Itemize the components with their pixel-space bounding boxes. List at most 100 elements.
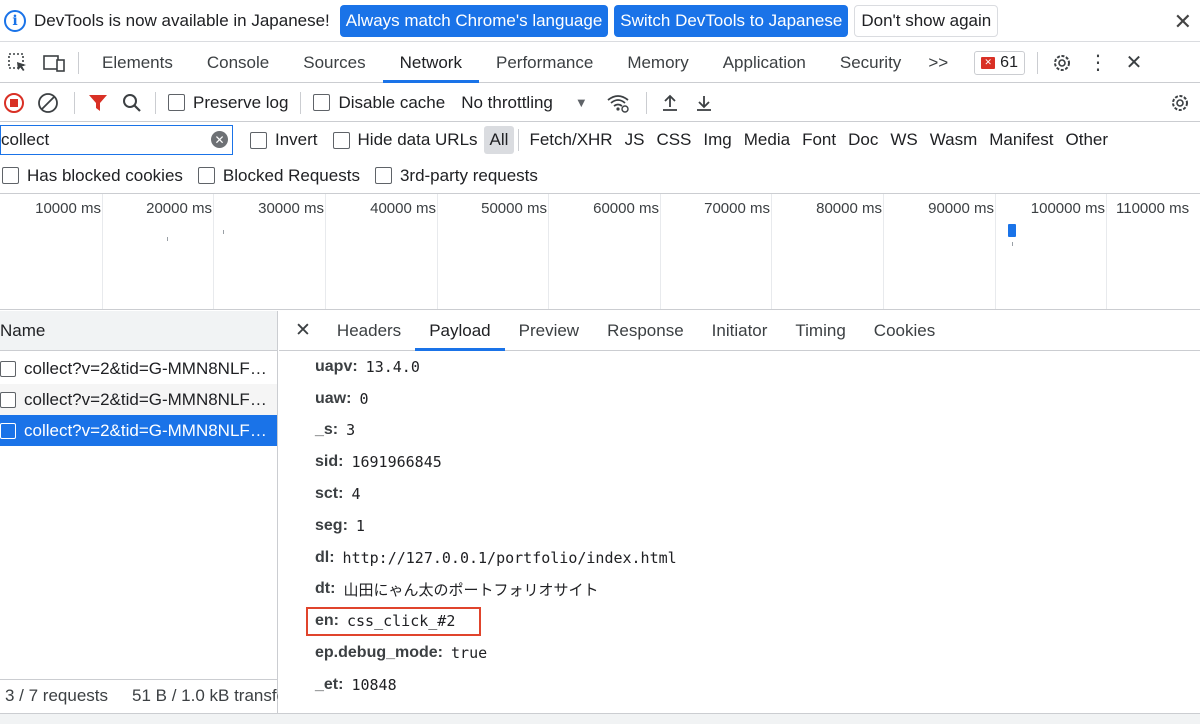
kebab-menu-icon[interactable]: ⋮ [1080, 43, 1116, 83]
payload-params-list: uapv: 13.4.0 uaw: 0 _s: 3 sid: 1691966845 sc… [279, 351, 1200, 701]
filter-type-css[interactable]: CSS [650, 126, 697, 154]
divider [518, 129, 520, 151]
invert-checkbox[interactable] [250, 131, 267, 149]
import-har-icon[interactable] [653, 83, 687, 123]
filter-type-doc[interactable]: Doc [842, 126, 884, 154]
blocked-filters-row: Has blocked cookies Blocked Requests 3rd… [0, 158, 1200, 194]
network-overview-timeline[interactable]: 10000 ms 20000 ms 30000 ms 40000 ms 5000… [0, 194, 1200, 310]
request-detail-pane: ✕ Headers Payload Preview Response Initi… [279, 311, 1200, 713]
close-detail-icon[interactable]: ✕ [279, 311, 323, 351]
filter-type-wasm[interactable]: Wasm [924, 126, 984, 154]
divider [74, 91, 75, 114]
filter-row: ✕ Invert Hide data URLs All Fetch/XHR JS… [0, 123, 1200, 157]
param-key: sid: [315, 453, 344, 471]
request-type-icon [0, 422, 16, 439]
filter-type-media[interactable]: Media [738, 126, 796, 154]
clear-icon[interactable] [28, 83, 68, 123]
request-marker [1008, 224, 1016, 237]
more-tabs-button[interactable]: >> [918, 43, 958, 83]
error-count-badge[interactable]: ✕ 61 [974, 50, 1025, 75]
disable-cache-checkbox[interactable] [313, 94, 331, 111]
payload-param: ep.debug_mode: true [279, 637, 1200, 669]
filter-type-manifest[interactable]: Manifest [983, 126, 1059, 154]
switch-japanese-button[interactable]: Switch DevTools to Japanese [614, 4, 849, 37]
param-value: http://127.0.0.1/portfolio/index.html [342, 548, 677, 567]
device-toggle-icon[interactable] [36, 43, 72, 83]
param-key: uapv: [315, 357, 358, 375]
request-marker [167, 237, 168, 241]
blocked-requests-checkbox[interactable] [197, 167, 215, 184]
tab-memory[interactable]: Memory [610, 43, 705, 83]
record-stop-icon[interactable] [0, 83, 28, 123]
request-name: collect?v=2&tid=G-MMN8NLFPXC [24, 358, 274, 378]
invert-label: Invert [275, 130, 318, 149]
disable-cache-label: Disable cache [338, 92, 446, 112]
tab-application[interactable]: Application [706, 43, 823, 83]
tab-elements[interactable]: Elements [85, 43, 190, 83]
network-settings-gear-icon[interactable] [1162, 83, 1198, 123]
payload-param: sid: 1691966845 [279, 446, 1200, 478]
filter-type-ws[interactable]: WS [884, 126, 923, 154]
payload-param: _s: 3 [279, 415, 1200, 447]
filter-type-font[interactable]: Font [796, 126, 842, 154]
tab-console[interactable]: Console [190, 43, 286, 83]
param-value: 3 [346, 421, 356, 440]
filter-funnel-icon[interactable] [81, 83, 115, 123]
timeline-gridline: 40000 ms [370, 194, 438, 309]
param-value: 山田にゃん太のポートフォリオサイト [343, 580, 599, 599]
filter-type-all[interactable]: All [483, 126, 515, 154]
filter-type-other[interactable]: Other [1060, 126, 1115, 154]
tab-response[interactable]: Response [593, 311, 698, 351]
clear-filter-icon[interactable]: ✕ [211, 131, 228, 148]
throttling-select[interactable]: No throttling [461, 93, 553, 113]
tick-label: 50000 ms [481, 200, 547, 217]
close-infobar-icon[interactable]: ✕ [1174, 9, 1192, 35]
divider [78, 51, 79, 74]
export-har-icon[interactable] [687, 83, 721, 123]
name-column-header[interactable]: Name [0, 311, 277, 351]
param-key: sct: [315, 485, 344, 503]
third-party-checkbox[interactable] [374, 167, 392, 184]
search-icon[interactable] [115, 83, 149, 123]
param-key: seg: [315, 516, 348, 534]
tab-timing[interactable]: Timing [781, 311, 859, 351]
network-conditions-icon[interactable] [596, 83, 640, 123]
divider [645, 91, 647, 114]
match-language-button[interactable]: Always match Chrome's language [339, 4, 609, 37]
preserve-log-checkbox[interactable] [168, 94, 185, 111]
dont-show-again-button[interactable]: Don't show again [854, 4, 999, 37]
tab-payload[interactable]: Payload [415, 311, 505, 351]
tab-sources[interactable]: Sources [286, 43, 382, 83]
filter-input[interactable] [1, 130, 201, 150]
hide-data-urls-checkbox[interactable] [332, 131, 350, 149]
filter-type-js[interactable]: JS [619, 126, 651, 154]
tab-network[interactable]: Network [382, 43, 479, 83]
filter-type-img[interactable]: Img [697, 126, 737, 154]
payload-param: dt: 山田にゃん太のポートフォリオサイト [279, 574, 1200, 606]
chevron-down-icon[interactable]: ▼ [575, 95, 588, 110]
request-row-selected[interactable]: collect?v=2&tid=G-MMN8NLFPXC [0, 415, 277, 446]
request-row[interactable]: collect?v=2&tid=G-MMN8NLFPXC [0, 353, 277, 384]
tab-preview[interactable]: Preview [505, 311, 593, 351]
request-row[interactable]: collect?v=2&tid=G-MMN8NLFPXC [0, 384, 277, 415]
has-blocked-cookies-checkbox[interactable] [2, 167, 19, 184]
tab-security[interactable]: Security [823, 43, 918, 83]
param-value: 13.4.0 [365, 357, 420, 376]
tab-cookies[interactable]: Cookies [860, 311, 949, 351]
timeline-gridline: 50000 ms [481, 194, 549, 309]
infobar-message: DevTools is now available in Japanese! [34, 10, 330, 30]
request-count: 3 / 7 requests [5, 686, 109, 705]
tab-performance[interactable]: Performance [479, 43, 610, 83]
timeline-gridline: 10000 ms [35, 194, 103, 309]
payload-param: seg: 1 [279, 510, 1200, 542]
request-type-icon [0, 391, 16, 408]
transfer-size: 51 B / 1.0 kB transferred [132, 686, 278, 705]
tab-headers[interactable]: Headers [323, 311, 415, 351]
inspect-element-icon[interactable] [0, 43, 36, 83]
payload-param: sct: 4 [279, 478, 1200, 510]
filter-type-fetch-xhr[interactable]: Fetch/XHR [523, 126, 618, 154]
settings-gear-icon[interactable] [1044, 43, 1080, 83]
tab-initiator[interactable]: Initiator [698, 311, 782, 351]
payload-param: uapv: 13.4.0 [279, 351, 1200, 383]
close-devtools-icon[interactable]: ✕ [1116, 43, 1152, 83]
